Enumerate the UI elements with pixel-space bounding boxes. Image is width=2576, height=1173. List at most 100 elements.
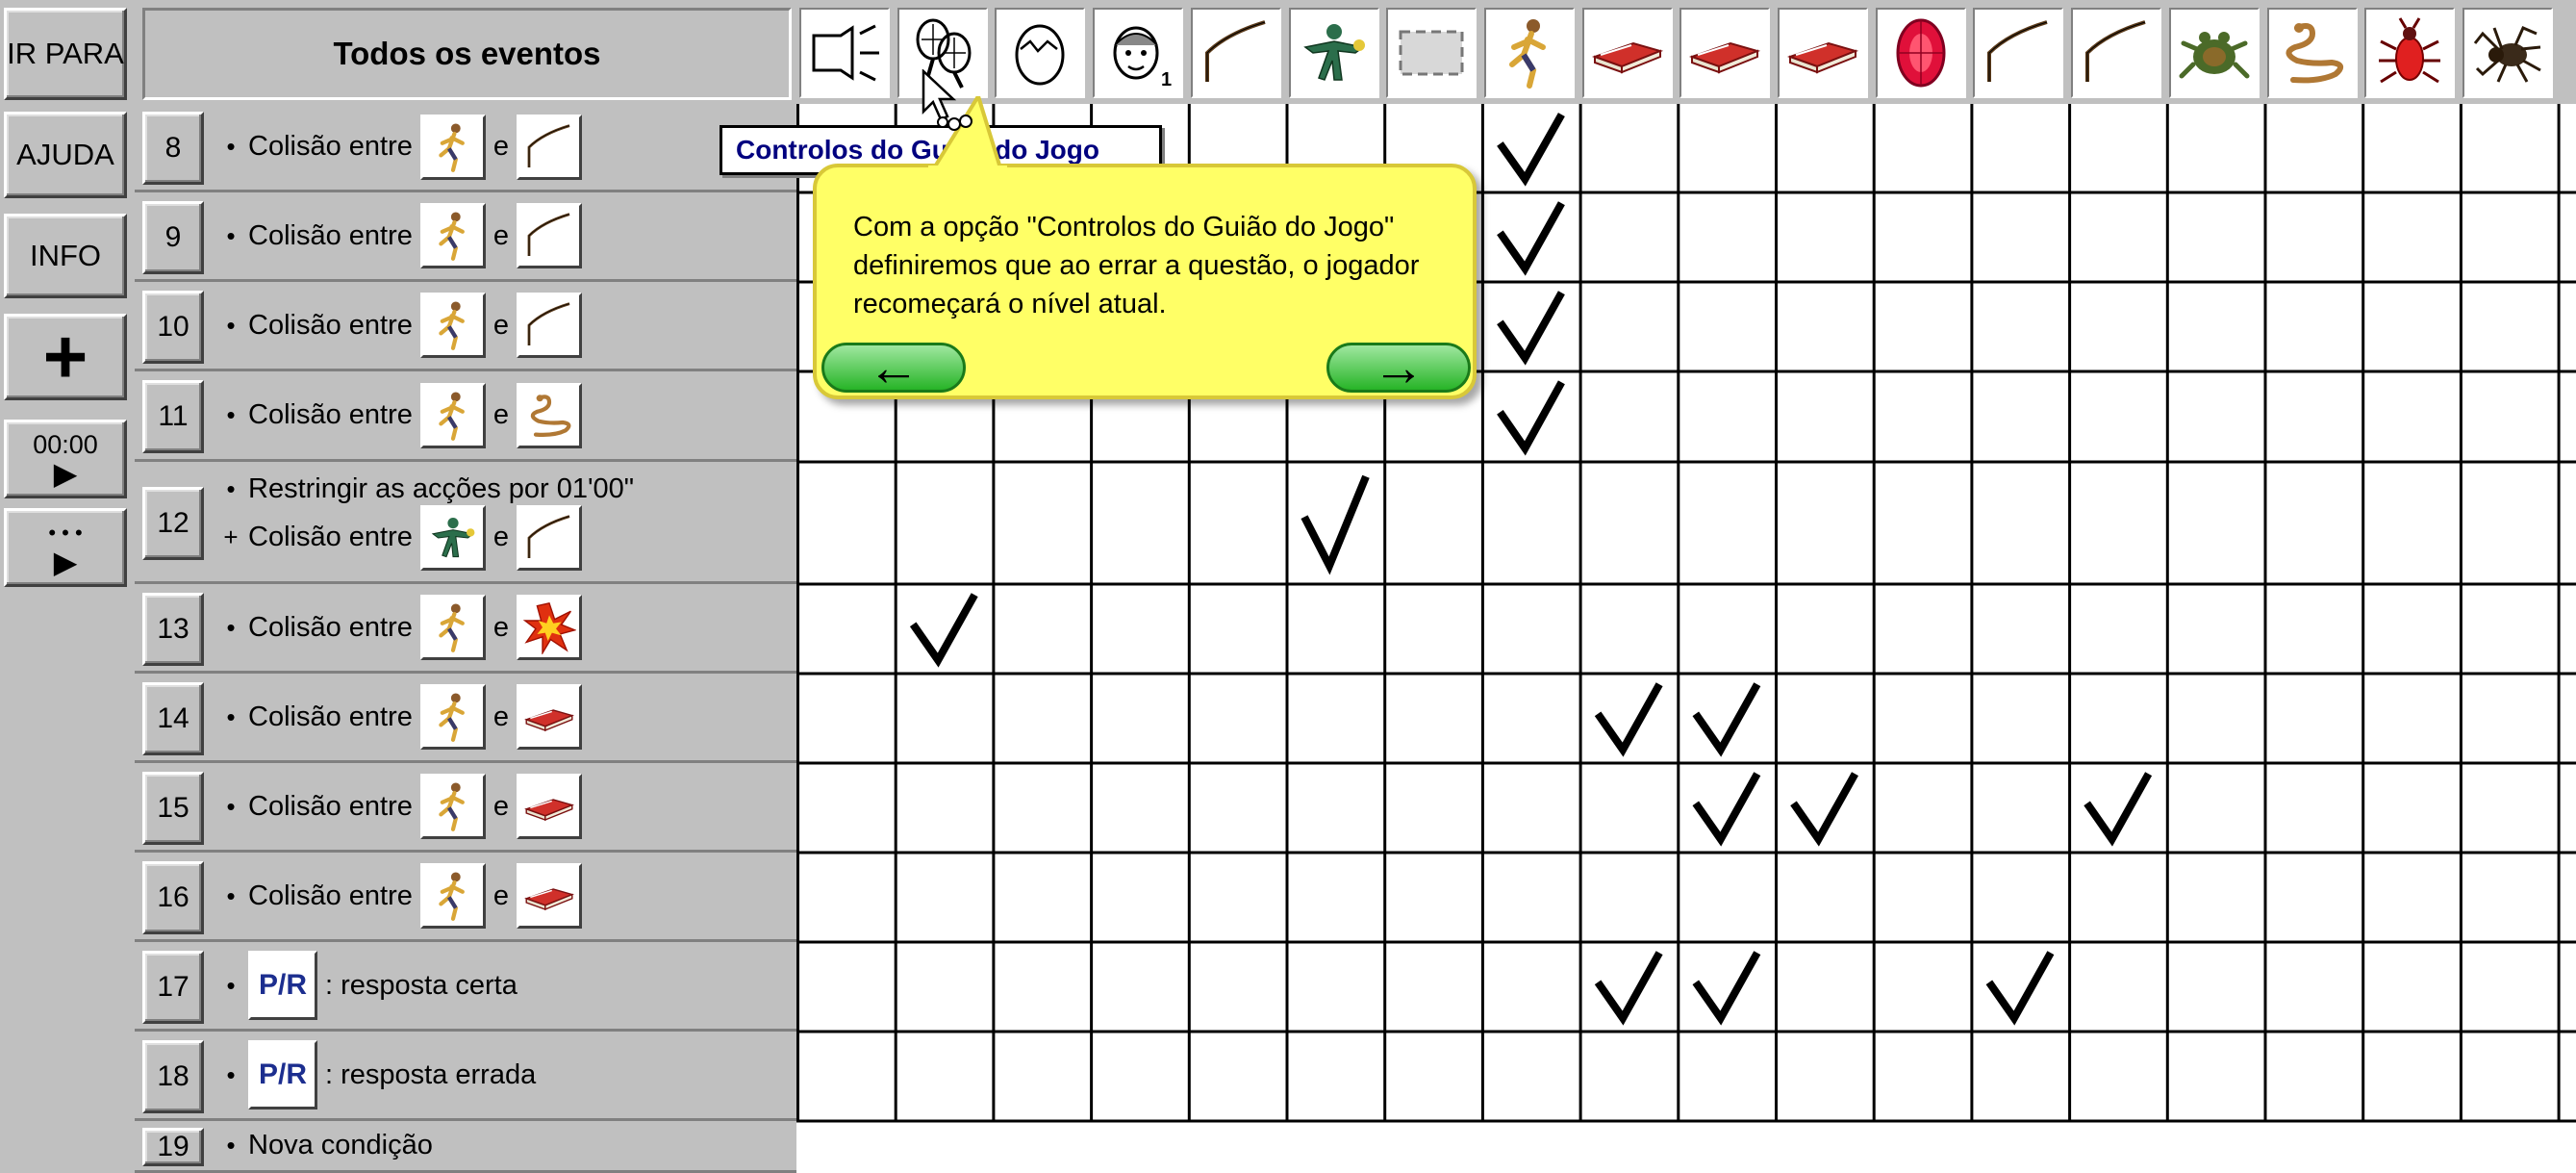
- question-answer-icon[interactable]: P/R: [248, 1040, 317, 1109]
- header-stick-icon[interactable]: [2071, 8, 2162, 98]
- question-answer-icon[interactable]: P/R: [248, 951, 317, 1020]
- stick-icon[interactable]: [517, 114, 583, 180]
- condition-line: • Colisão entre e: [221, 684, 583, 750]
- conjunction-text: e: [492, 701, 510, 732]
- stick-icon: [1987, 20, 2048, 82]
- header-ruby-icon[interactable]: [1875, 8, 1966, 98]
- header-frame-icon[interactable]: [1386, 8, 1477, 98]
- header-red-book-icon[interactable]: [1778, 8, 1868, 98]
- red-book-icon[interactable]: [517, 774, 583, 839]
- event-row-number[interactable]: 9: [142, 200, 204, 274]
- event-row-16[interactable]: 16 • Colisão entre e: [135, 853, 796, 942]
- red-book-icon[interactable]: [517, 684, 583, 750]
- running-man-icon[interactable]: [419, 863, 486, 929]
- more-play-button[interactable]: • • • ▶: [4, 508, 127, 587]
- event-row-12[interactable]: 12 • Restringir as acções por 01'00" + Colis…: [135, 462, 796, 584]
- event-row-number[interactable]: 13: [142, 592, 204, 666]
- red-book-icon[interactable]: [517, 863, 583, 929]
- running-man-icon[interactable]: [419, 203, 486, 268]
- event-row-number[interactable]: 12: [142, 486, 204, 560]
- event-row-17[interactable]: 17 • P/R: resposta certa: [135, 942, 796, 1032]
- running-man-icon[interactable]: [419, 114, 486, 180]
- bullet-marker: •: [226, 1131, 236, 1160]
- stick-icon[interactable]: [517, 293, 583, 358]
- event-row-11[interactable]: 11 • Colisão entre e: [135, 371, 796, 462]
- play-icon: ▶: [53, 545, 78, 579]
- condition-text: Colisão entre: [248, 701, 413, 732]
- stick-icon[interactable]: [517, 504, 583, 571]
- conjunction-text: e: [492, 399, 510, 430]
- event-row-number[interactable]: 11: [142, 380, 204, 453]
- bullet-marker: •: [226, 970, 236, 1000]
- header-head-icon[interactable]: 1: [1093, 8, 1184, 98]
- condition-text: : resposta certa: [325, 969, 518, 1001]
- event-row-number[interactable]: 14: [142, 681, 204, 755]
- checkmark-icon: [1497, 291, 1565, 366]
- event-row-number[interactable]: 16: [142, 860, 204, 934]
- header-egg-icon[interactable]: [995, 8, 1086, 98]
- condition-line: • Colisão entre e: [221, 114, 583, 180]
- red-book-icon: [1591, 41, 1663, 74]
- conjunction-text: e: [492, 790, 510, 822]
- running-man-icon[interactable]: [419, 293, 486, 358]
- running-man-icon[interactable]: [419, 595, 486, 660]
- event-row-number[interactable]: 17: [142, 950, 204, 1024]
- conjunction-text: e: [492, 219, 510, 251]
- event-row-15[interactable]: 15 • Colisão entre e: [135, 763, 796, 853]
- header-lamp-icon[interactable]: [799, 8, 890, 98]
- event-row-18[interactable]: 18 • P/R: resposta errada: [135, 1032, 796, 1121]
- header-red-book-icon[interactable]: [1679, 8, 1771, 98]
- condition-line: • P/R: resposta certa: [221, 951, 518, 1020]
- condition-line: • Restringir as acções por 01'00": [221, 473, 634, 505]
- snake-icon[interactable]: [517, 382, 583, 448]
- header-spider-icon[interactable]: [2462, 8, 2553, 98]
- event-row-19[interactable]: 19 • Nova condição: [135, 1121, 796, 1173]
- header-green-man-icon[interactable]: [1288, 8, 1379, 98]
- goto-button[interactable]: IR PARA: [4, 8, 127, 100]
- balloon-next-button[interactable]: →: [1326, 339, 1471, 396]
- help-button[interactable]: AJUDA: [4, 112, 127, 198]
- timer-play-button[interactable]: 00:00 ▶: [4, 420, 127, 498]
- balloon-prev-button[interactable]: ←: [821, 339, 966, 396]
- bullet-marker: •: [226, 310, 236, 340]
- event-row-number[interactable]: 10: [142, 290, 204, 364]
- header-stick-icon[interactable]: [1973, 8, 2064, 98]
- event-row-10[interactable]: 10 • Colisão entre e: [135, 282, 796, 371]
- plus-icon: +: [42, 314, 88, 399]
- event-row-number[interactable]: 18: [142, 1039, 204, 1113]
- running-man-icon[interactable]: [419, 684, 486, 750]
- event-row-14[interactable]: 14 • Colisão entre e: [135, 674, 796, 763]
- explosion-icon[interactable]: [517, 595, 583, 660]
- condition-text: Colisão entre: [248, 522, 413, 552]
- condition-text: Colisão entre: [248, 790, 413, 822]
- header-stick-icon[interactable]: [1190, 8, 1281, 98]
- stick-icon[interactable]: [517, 203, 583, 268]
- header-red-book-icon[interactable]: [1581, 8, 1673, 98]
- bug-icon: [2379, 17, 2441, 84]
- header-bug-icon[interactable]: [2364, 8, 2456, 98]
- condition-text: Colisão entre: [248, 309, 413, 341]
- header-running-man-icon[interactable]: [1483, 8, 1575, 98]
- event-row-number[interactable]: 15: [142, 771, 204, 845]
- event-row-13[interactable]: 13 • Colisão entre e: [135, 584, 796, 674]
- bullet-marker: •: [226, 880, 236, 910]
- running-man-icon[interactable]: [419, 382, 486, 448]
- running-man-icon[interactable]: [419, 774, 486, 839]
- event-row-8[interactable]: 8 • Colisão entre e: [135, 104, 796, 192]
- conjunction-text: e: [492, 522, 510, 552]
- add-event-button[interactable]: +: [4, 314, 127, 400]
- green-man-icon[interactable]: [419, 504, 486, 571]
- info-button[interactable]: INFO: [4, 214, 127, 298]
- condition-text: Colisão entre: [248, 131, 413, 162]
- event-row-number[interactable]: 19: [142, 1128, 204, 1166]
- red-book-icon: [1787, 41, 1859, 74]
- checkmark-icon: [1301, 474, 1370, 575]
- snake-icon: [2286, 23, 2343, 84]
- event-row-9[interactable]: 9 • Colisão entre e: [135, 192, 796, 282]
- green-man-icon: [1302, 24, 1365, 81]
- checkmark-icon: [1790, 772, 1858, 847]
- header-snake-icon[interactable]: [2266, 8, 2358, 98]
- event-row-number[interactable]: 8: [142, 112, 204, 185]
- checkmark-icon: [1692, 772, 1761, 847]
- header-frog-icon[interactable]: [2168, 8, 2260, 98]
